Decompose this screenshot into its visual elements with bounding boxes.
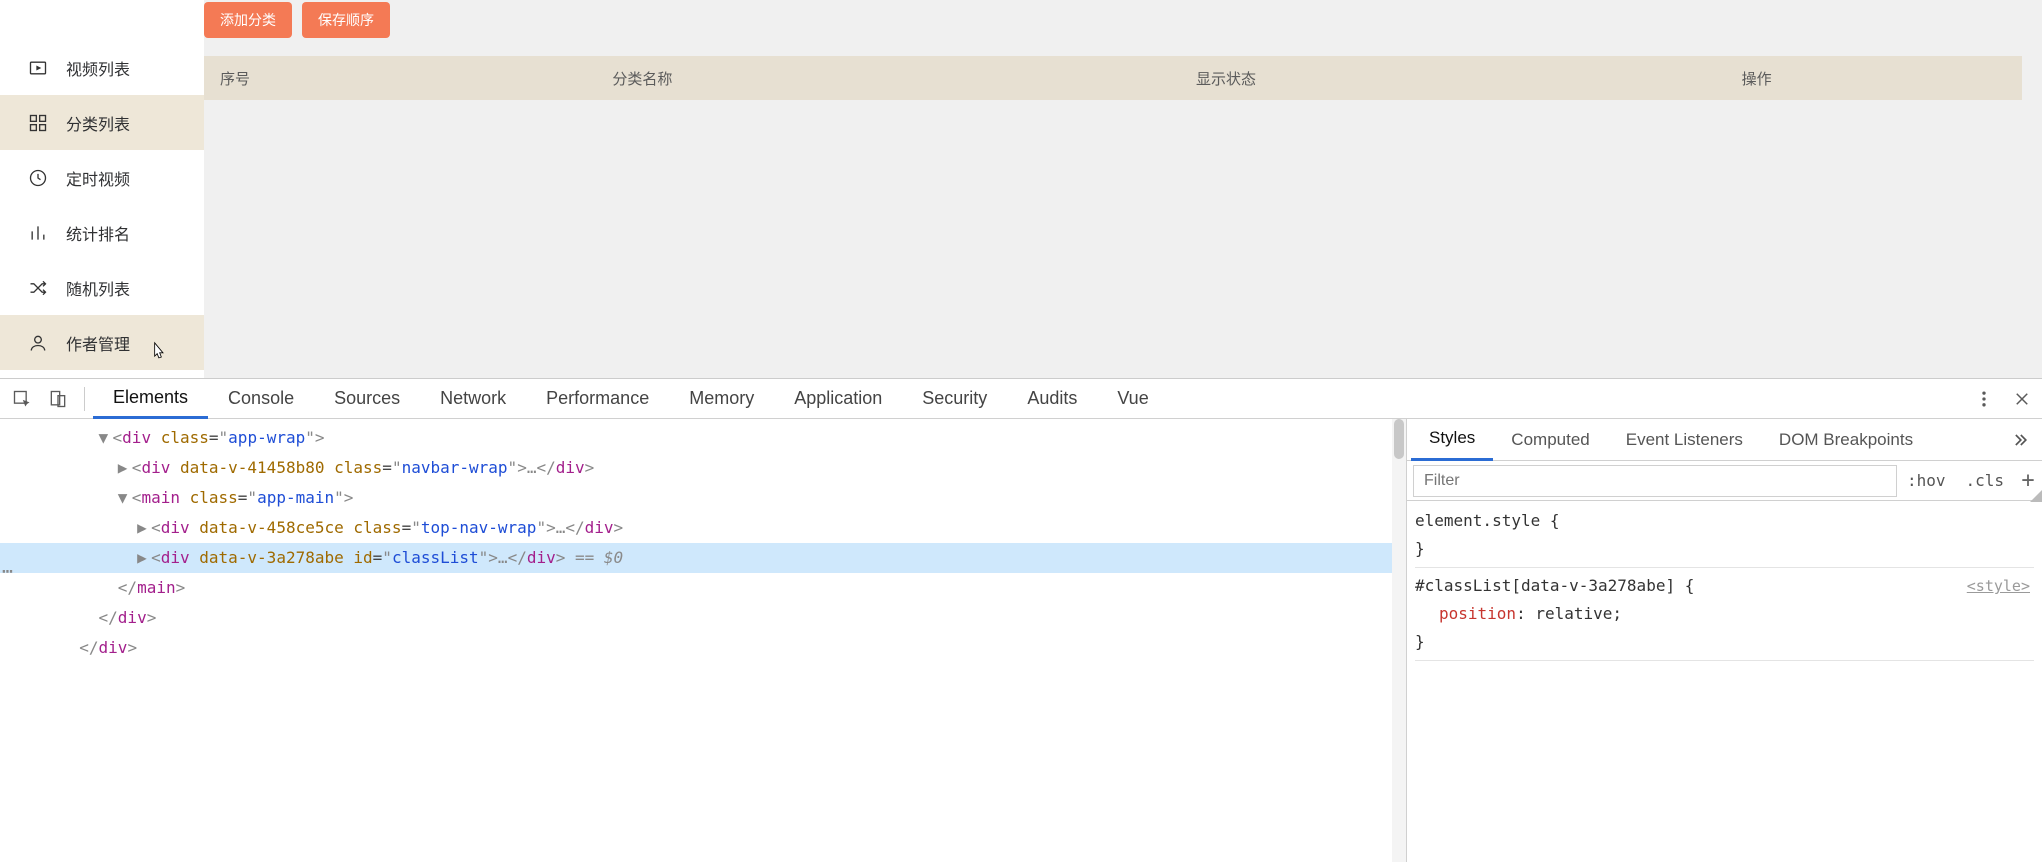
styles-panel: Styles Computed Event Listeners DOM Brea… bbox=[1406, 419, 2042, 862]
save-order-button[interactable]: 保存顺序 bbox=[302, 2, 390, 38]
cls-toggle[interactable]: .cls bbox=[1955, 471, 2014, 490]
device-toggle-icon[interactable] bbox=[40, 381, 76, 417]
tree-line[interactable]: </div> bbox=[0, 603, 1406, 633]
sidebar-item-label: 统计排名 bbox=[66, 221, 130, 245]
styles-filter-bar: :hov .cls + bbox=[1407, 461, 2042, 501]
sidebar-item-label: 分类列表 bbox=[66, 111, 130, 135]
video-list-icon bbox=[28, 58, 48, 78]
tab-console[interactable]: Console bbox=[208, 379, 314, 419]
scrollbar-vertical[interactable] bbox=[1392, 419, 1406, 862]
sidebar-item-statistics[interactable]: 统计排名 bbox=[0, 205, 204, 260]
grid-icon bbox=[28, 113, 48, 133]
close-icon[interactable] bbox=[2006, 383, 2038, 415]
person-icon bbox=[28, 333, 48, 353]
tree-line[interactable]: ▶<div data-v-458ce5ce class="top-nav-wra… bbox=[0, 513, 1406, 543]
tab-sources[interactable]: Sources bbox=[314, 379, 420, 419]
tab-event-listeners[interactable]: Event Listeners bbox=[1608, 419, 1761, 461]
table-header-seq: 序号 bbox=[204, 68, 324, 89]
rule-classlist[interactable]: <style> #classList[data-v-3a278abe] { po… bbox=[1415, 572, 2034, 661]
kebab-menu-icon[interactable] bbox=[1968, 383, 2000, 415]
tab-audits[interactable]: Audits bbox=[1007, 379, 1097, 419]
tab-elements[interactable]: Elements bbox=[93, 379, 208, 419]
rule-element-style[interactable]: element.style { } bbox=[1415, 507, 2034, 568]
tab-security[interactable]: Security bbox=[902, 379, 1007, 419]
shuffle-icon bbox=[28, 278, 48, 298]
tab-dom-breakpoints[interactable]: DOM Breakpoints bbox=[1761, 419, 1931, 461]
main-content: 添加分类 保存顺序 序号 分类名称 显示状态 操作 bbox=[204, 0, 2042, 378]
table-header-op: 操作 bbox=[1491, 68, 2022, 89]
bar-chart-icon bbox=[28, 223, 48, 243]
tree-line-selected[interactable]: ▶<div data-v-3a278abe id="classList">…</… bbox=[0, 543, 1406, 573]
tree-line[interactable]: ▼<div class="app-wrap"> bbox=[0, 423, 1406, 453]
tab-computed[interactable]: Computed bbox=[1493, 419, 1607, 461]
sidebar-item-author-management[interactable]: 作者管理 bbox=[0, 315, 204, 370]
styles-filter-input[interactable] bbox=[1413, 465, 1897, 497]
sidebar-item-scheduled-video[interactable]: 定时视频 bbox=[0, 150, 204, 205]
sidebar-item-random-list[interactable]: 随机列表 bbox=[0, 260, 204, 315]
sidebar-item-label: 作者管理 bbox=[66, 331, 130, 355]
tree-line[interactable]: </main> bbox=[0, 573, 1406, 603]
chevrons-right-icon[interactable] bbox=[2002, 430, 2038, 450]
tab-network[interactable]: Network bbox=[420, 379, 526, 419]
tab-performance[interactable]: Performance bbox=[526, 379, 669, 419]
tree-line[interactable]: ▼<main class="app-main"> bbox=[0, 483, 1406, 513]
toolbar: 添加分类 保存顺序 bbox=[204, 0, 2022, 56]
styles-tabbar: Styles Computed Event Listeners DOM Brea… bbox=[1407, 419, 2042, 461]
sidebar-item-video-list[interactable]: 视频列表 bbox=[0, 40, 204, 95]
tree-line[interactable]: </div> bbox=[0, 633, 1406, 663]
table-header-row: 序号 分类名称 显示状态 操作 bbox=[204, 56, 2022, 100]
devtools-tabbar: Elements Console Sources Network Perform… bbox=[0, 379, 2042, 419]
divider bbox=[84, 387, 85, 411]
sidebar-item-label: 定时视频 bbox=[66, 166, 130, 190]
ellipsis-icon[interactable]: ⋯ bbox=[2, 557, 13, 587]
devtools-panel: Elements Console Sources Network Perform… bbox=[0, 378, 2042, 862]
sidebar-item-label: 视频列表 bbox=[66, 56, 130, 80]
category-table: 序号 分类名称 显示状态 操作 bbox=[204, 56, 2022, 100]
tab-memory[interactable]: Memory bbox=[669, 379, 774, 419]
sidebar-item-category-list[interactable]: 分类列表 bbox=[0, 95, 204, 150]
tree-line[interactable]: ▶<div data-v-41458b80 class="navbar-wrap… bbox=[0, 453, 1406, 483]
sidebar: 视频列表 分类列表 定时视频 统计排名 bbox=[0, 0, 204, 378]
tab-styles[interactable]: Styles bbox=[1411, 419, 1493, 461]
table-header-name: 分类名称 bbox=[324, 68, 961, 89]
sidebar-item-label: 随机列表 bbox=[66, 276, 130, 300]
clock-icon bbox=[28, 168, 48, 188]
add-category-button[interactable]: 添加分类 bbox=[204, 2, 292, 38]
tab-application[interactable]: Application bbox=[774, 379, 902, 419]
elements-tree[interactable]: ⋯ ▼<div class="app-wrap"> ▶<div data-v-4… bbox=[0, 419, 1406, 862]
tab-vue[interactable]: Vue bbox=[1097, 379, 1168, 419]
corner-triangle-icon bbox=[2030, 490, 2042, 502]
rule-source-link[interactable]: <style> bbox=[1967, 572, 2030, 600]
styles-rules[interactable]: element.style { } <style> #classList[dat… bbox=[1407, 501, 2042, 862]
inspect-element-icon[interactable] bbox=[4, 381, 40, 417]
table-header-status: 显示状态 bbox=[961, 68, 1492, 89]
hov-toggle[interactable]: :hov bbox=[1897, 471, 1956, 490]
